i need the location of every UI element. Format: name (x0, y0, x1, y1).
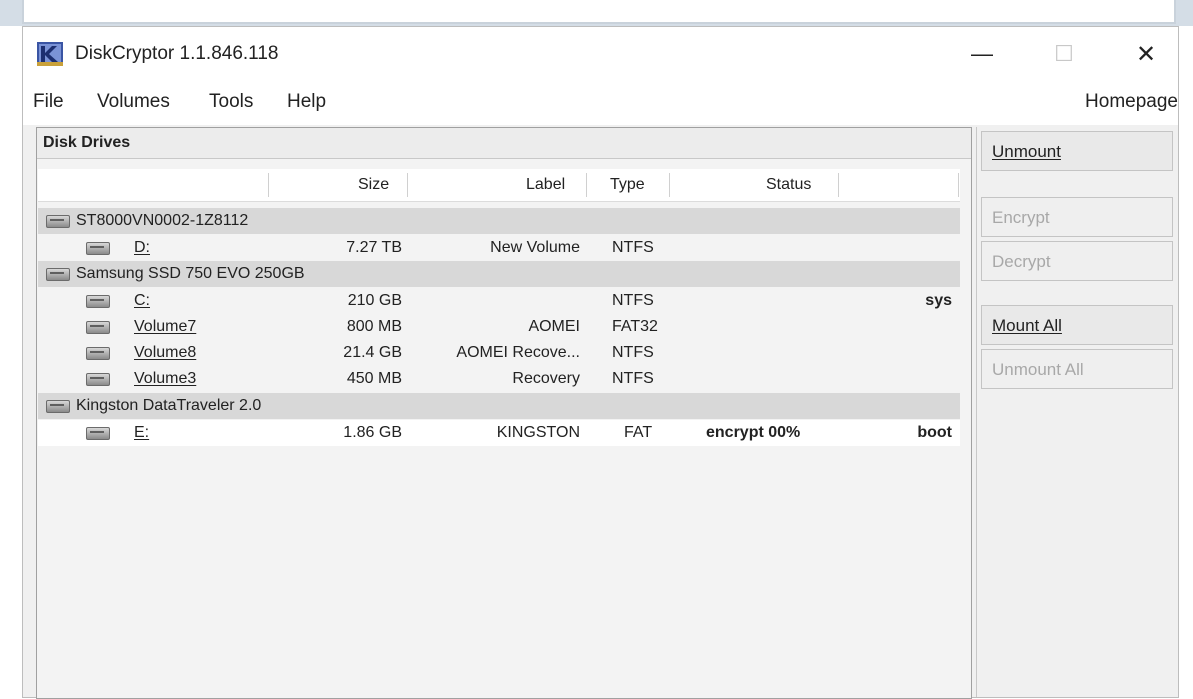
volume-name: Volume7 (134, 318, 197, 335)
drive-icon (86, 321, 110, 334)
volume-flag: boot (917, 424, 952, 441)
unmount-all-button-label: Unmount All (992, 360, 1084, 379)
volume-name: Volume8 (134, 344, 197, 361)
disk-name: Kingston DataTraveler 2.0 (76, 397, 262, 414)
drive-icon (86, 347, 110, 360)
unmount-button[interactable]: Unmount (981, 131, 1173, 171)
drive-icon (86, 373, 110, 386)
window-title: DiskCryptor 1.1.846.118 (75, 43, 279, 64)
menu-tools[interactable]: Tools (209, 91, 253, 113)
volume-name: D: (134, 239, 150, 256)
decrypt-button-label: Decrypt (992, 252, 1051, 271)
volume-name: E: (134, 424, 150, 441)
volume-size: 1.86 GB (343, 424, 402, 441)
mount-all-button[interactable]: Mount All (981, 305, 1173, 345)
volume-label: KINGSTON (496, 424, 580, 441)
volume-row[interactable]: Volume7 800 MB AOMEI FAT32 (38, 314, 960, 340)
column-header-status[interactable]: Status (766, 176, 811, 194)
decrypt-button[interactable]: Decrypt (981, 241, 1173, 281)
mount-all-button-label: Mount All (992, 316, 1062, 335)
drive-icon (46, 215, 70, 228)
minimize-button[interactable]: — (959, 37, 1005, 71)
volume-size: 800 MB (346, 318, 402, 335)
volume-label: AOMEI (528, 318, 580, 335)
disk-row[interactable]: ST8000VN0002-1Z8112 (38, 208, 960, 234)
menu-help[interactable]: Help (287, 91, 326, 113)
column-separator[interactable] (669, 173, 670, 197)
volume-flag: sys (925, 292, 952, 309)
disk-drives-panel: Disk Drives Size Label Type Status ST800… (36, 127, 972, 699)
minimize-icon: — (971, 41, 993, 66)
panel-header: Disk Drives (37, 128, 971, 159)
volume-type: NTFS (612, 344, 654, 361)
disk-name: ST8000VN0002-1Z8112 (76, 212, 249, 229)
diskcryptor-app-icon (37, 42, 63, 66)
column-separator[interactable] (958, 173, 959, 197)
panel-title: Disk Drives (43, 134, 131, 151)
unmount-button-label: Unmount (992, 142, 1061, 161)
column-header: Size Label Type Status (38, 169, 960, 202)
background-window-edge (0, 0, 1193, 26)
volume-type: FAT (624, 424, 653, 441)
disk-row[interactable]: Samsung SSD 750 EVO 250GB (38, 261, 960, 287)
menu-volumes[interactable]: Volumes (97, 91, 170, 113)
volume-type: NTFS (612, 292, 654, 309)
column-header-type[interactable]: Type (610, 176, 645, 194)
volume-name: Volume3 (134, 370, 197, 387)
drive-icon (86, 242, 110, 255)
close-button[interactable]: ✕ (1123, 37, 1169, 71)
volume-row[interactable]: Volume8 21.4 GB AOMEI Recove... NTFS (38, 340, 960, 366)
volume-row[interactable]: Volume3 450 MB Recovery NTFS (38, 366, 960, 392)
drive-icon (46, 268, 70, 281)
title-bar[interactable]: DiskCryptor 1.1.846.118 — ☐ ✕ (23, 27, 1178, 81)
drive-icon (86, 295, 110, 308)
diskcryptor-window: DiskCryptor 1.1.846.118 — ☐ ✕ File Volum… (22, 26, 1179, 699)
background-window (22, 0, 1176, 24)
column-header-size[interactable]: Size (358, 176, 389, 194)
menu-bar: File Volumes Tools Help Homepage (23, 81, 1178, 125)
volume-size: 7.27 TB (346, 239, 402, 256)
close-icon: ✕ (1135, 40, 1157, 68)
action-sidebar: Unmount Encrypt Decrypt Mount All Unmoun… (976, 127, 1177, 697)
volume-status: encrypt 00% (706, 424, 801, 441)
volume-label: AOMEI Recove... (456, 344, 580, 361)
volume-type: NTFS (612, 239, 654, 256)
encrypt-button[interactable]: Encrypt (981, 197, 1173, 237)
disk-name: Samsung SSD 750 EVO 250GB (76, 265, 305, 282)
column-separator[interactable] (838, 173, 839, 197)
drive-icon (46, 400, 70, 413)
volume-row[interactable]: C: 210 GB NTFS sys (38, 288, 960, 314)
volume-label: New Volume (490, 239, 580, 256)
column-separator[interactable] (586, 173, 587, 197)
maximize-button[interactable]: ☐ (1041, 37, 1087, 71)
volume-type: NTFS (612, 370, 654, 387)
column-header-label[interactable]: Label (526, 176, 565, 194)
volume-size: 210 GB (347, 292, 402, 309)
volume-row-selected[interactable]: E: 1.86 GB KINGSTON FAT encrypt 00% boot (38, 420, 960, 446)
encrypt-button-label: Encrypt (992, 208, 1050, 227)
volume-label: Recovery (512, 370, 580, 387)
maximize-icon: ☐ (1054, 41, 1074, 66)
column-separator[interactable] (407, 173, 408, 197)
menu-file[interactable]: File (33, 91, 64, 113)
drive-icon (86, 427, 110, 440)
volume-type: FAT32 (612, 318, 658, 335)
volume-size: 450 MB (346, 370, 402, 387)
volume-size: 21.4 GB (343, 344, 402, 361)
column-separator[interactable] (268, 173, 269, 197)
volume-row[interactable]: D: 7.27 TB New Volume NTFS (38, 235, 960, 261)
disk-row[interactable]: Kingston DataTraveler 2.0 (38, 393, 960, 419)
volume-name: C: (134, 292, 150, 309)
unmount-all-button[interactable]: Unmount All (981, 349, 1173, 389)
homepage-link[interactable]: Homepage (1085, 91, 1178, 113)
